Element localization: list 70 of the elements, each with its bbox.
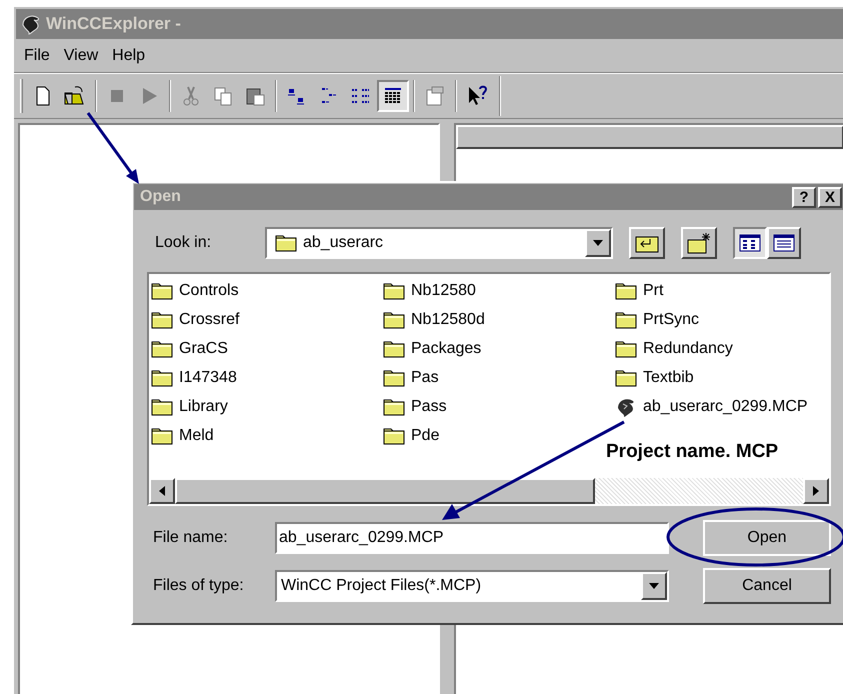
directory-entry[interactable]: Packages bbox=[383, 334, 482, 363]
folder-icon bbox=[615, 282, 637, 300]
directory-entry[interactable]: Pas bbox=[383, 363, 439, 392]
dialog-title: Open bbox=[140, 187, 181, 207]
folder-icon bbox=[615, 310, 637, 328]
directory-entry[interactable]: Meld bbox=[151, 421, 214, 450]
folder-icon bbox=[151, 368, 173, 386]
directory-entry[interactable]: ab_userarc_0299.MCP bbox=[615, 392, 808, 421]
look-in-value: ab_userarc bbox=[303, 233, 384, 253]
folder-icon bbox=[151, 310, 173, 328]
scroll-left-button[interactable] bbox=[149, 478, 175, 504]
folder-icon bbox=[151, 340, 173, 358]
directory-entry[interactable]: Pass bbox=[383, 392, 447, 421]
right-arrow-icon bbox=[813, 486, 819, 496]
annotation-label: Project name. MCP bbox=[606, 440, 778, 464]
file-type-dropdown[interactable]: WinCC Project Files(*.MCP) bbox=[275, 570, 669, 602]
scroll-thumb[interactable] bbox=[175, 478, 595, 504]
directory-entry[interactable]: I147348 bbox=[151, 363, 237, 392]
dropdown-button[interactable] bbox=[585, 229, 611, 257]
folder-icon bbox=[383, 340, 405, 358]
dropdown-button[interactable] bbox=[641, 572, 667, 600]
help-button[interactable]: ? bbox=[792, 186, 816, 208]
directory-entry[interactable]: Pde bbox=[383, 421, 440, 450]
directory-entry[interactable]: Nb12580d bbox=[383, 305, 485, 334]
folder-icon bbox=[615, 340, 637, 358]
menu-item[interactable]: Help bbox=[106, 44, 152, 68]
folder-icon bbox=[383, 282, 405, 300]
folder-icon bbox=[151, 398, 173, 416]
file-type-value: WinCC Project Files(*.MCP) bbox=[280, 576, 482, 596]
menu-item[interactable]: File bbox=[18, 44, 56, 68]
folder-icon bbox=[151, 426, 173, 444]
look-in-dropdown[interactable]: ab_userarc bbox=[265, 227, 613, 259]
new-folder-button[interactable] bbox=[681, 227, 717, 259]
directory-entry[interactable]: Library bbox=[151, 392, 228, 421]
folder-icon bbox=[383, 310, 405, 328]
folder-icon bbox=[383, 398, 405, 416]
directory-entry[interactable]: Prt bbox=[615, 276, 664, 305]
directory-entry[interactable]: Textbib bbox=[615, 363, 694, 392]
directory-entry[interactable]: Crossref bbox=[151, 305, 240, 334]
up-folder-button[interactable] bbox=[629, 227, 665, 259]
view-toggle-button[interactable] bbox=[733, 227, 767, 259]
folder-icon bbox=[383, 368, 405, 386]
cancel-button[interactable]: Cancel bbox=[703, 568, 831, 604]
menu-item[interactable]: View bbox=[58, 44, 104, 68]
horizontal-scrollbar[interactable] bbox=[149, 478, 829, 504]
details-view-icon bbox=[773, 234, 795, 252]
close-button[interactable]: X bbox=[818, 186, 842, 208]
file-name-label: File name: bbox=[153, 528, 229, 548]
file-name-field[interactable]: ab_userarc_0299.MCP bbox=[275, 522, 669, 554]
new-folder-icon bbox=[687, 232, 711, 254]
directory-entry[interactable]: Controls bbox=[151, 276, 239, 305]
window-title: WinCCExplorer - bbox=[46, 13, 181, 36]
look-in-label: Look in: bbox=[155, 233, 212, 253]
scroll-right-button[interactable] bbox=[803, 478, 829, 504]
directory-entry[interactable]: Nb12580 bbox=[383, 276, 476, 305]
directory-entry[interactable]: GraCS bbox=[151, 334, 228, 363]
folder-icon bbox=[615, 368, 637, 386]
folder-icon bbox=[151, 282, 173, 300]
file-type-label: Files of type: bbox=[153, 576, 245, 596]
list-view-icon bbox=[739, 234, 761, 252]
open-button[interactable]: Open bbox=[703, 520, 831, 556]
folder-icon bbox=[383, 426, 405, 444]
folder-icon bbox=[275, 234, 297, 252]
view-mode-icon[interactable] bbox=[377, 80, 409, 112]
directory-entry[interactable]: Redundancy bbox=[615, 334, 733, 363]
left-arrow-icon bbox=[159, 486, 165, 496]
directory-entry[interactable]: PrtSync bbox=[615, 305, 700, 334]
arrow bbox=[86, 112, 139, 184]
caret-icon bbox=[593, 240, 603, 246]
caret-icon bbox=[649, 583, 659, 589]
